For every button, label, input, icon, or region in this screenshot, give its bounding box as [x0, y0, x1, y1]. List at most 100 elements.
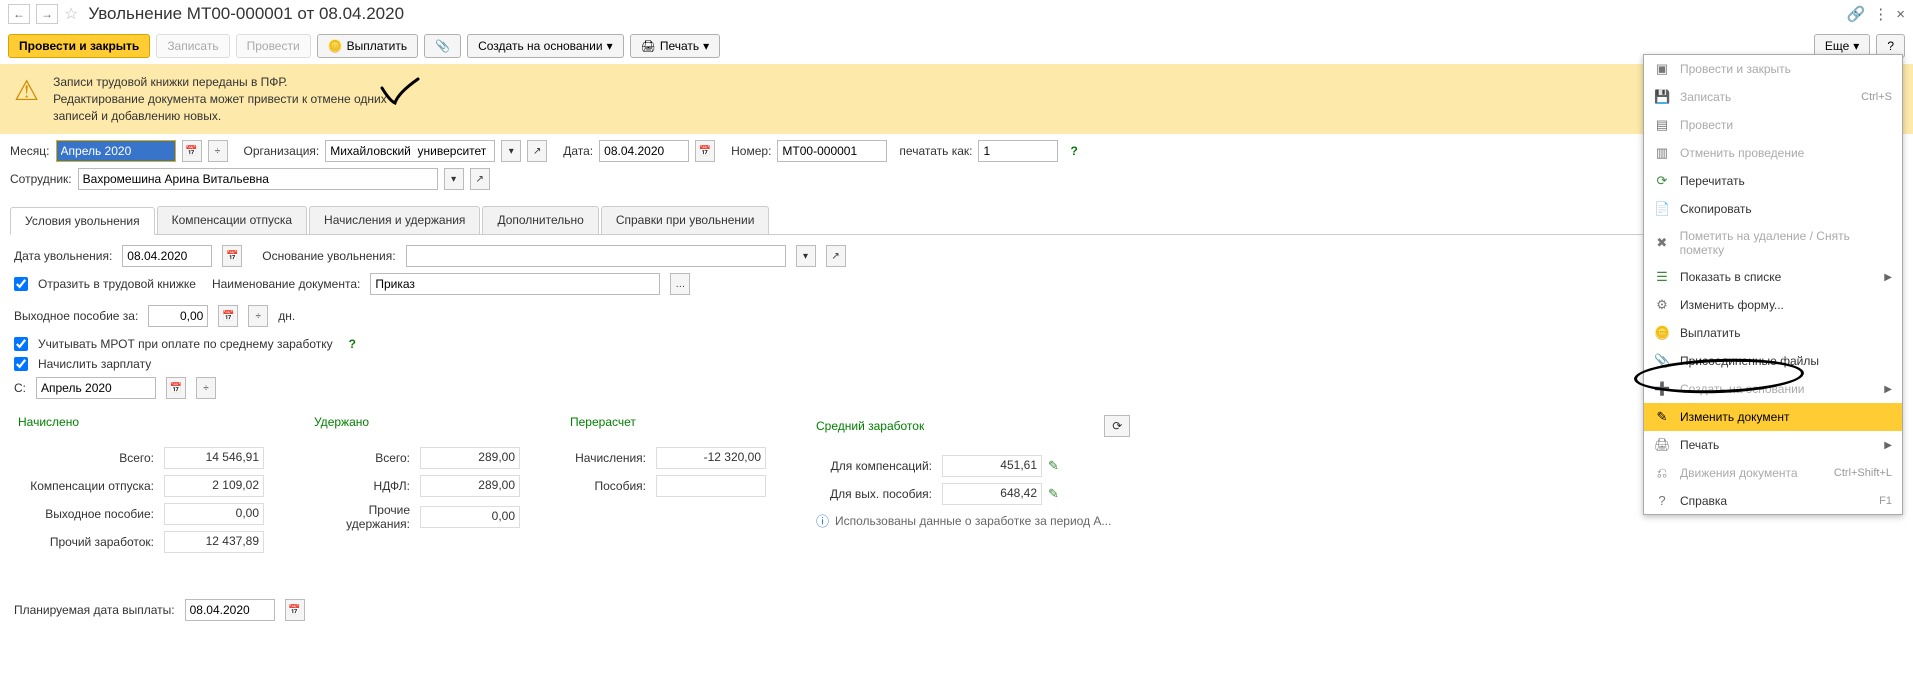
refresh-button[interactable]: ⟳ — [1104, 415, 1130, 437]
calendar-icon[interactable]: 📅 — [695, 140, 715, 162]
docname-input[interactable] — [370, 273, 660, 295]
star-icon[interactable]: ☆ — [64, 4, 78, 24]
help-link[interactable]: ? — [349, 337, 356, 351]
chevron-down-icon: ▾ — [1853, 39, 1859, 53]
menu-help[interactable]: ?СправкаF1 — [1644, 487, 1902, 514]
forcomp-val: 451,61 — [942, 455, 1042, 477]
mrot-checkbox[interactable] — [14, 337, 28, 351]
menu-cancel-post[interactable]: ▥Отменить проведение — [1644, 139, 1902, 167]
open-icon[interactable]: ↗ — [527, 140, 547, 162]
dismiss-date-input[interactable] — [122, 245, 212, 267]
menu-post[interactable]: ▤Провести — [1644, 111, 1902, 139]
ellipsis-icon[interactable]: … — [670, 273, 690, 295]
open-icon[interactable]: ↗ — [826, 245, 846, 267]
post-and-close-button[interactable]: Провести и закрыть — [8, 34, 150, 58]
save-button[interactable]: Записать — [156, 34, 229, 58]
attach-button[interactable]: 📎 — [424, 34, 461, 58]
more-dropdown-menu: ▣Провести и закрыть 💾ЗаписатьCtrl+S ▤Про… — [1643, 54, 1903, 515]
employee-label: Сотрудник: — [10, 172, 72, 186]
pencil-icon[interactable]: ✎ — [1048, 458, 1059, 474]
menu-reread[interactable]: ⟳Перечитать — [1644, 167, 1902, 195]
pencil-icon[interactable]: ✎ — [1048, 486, 1059, 502]
menu-attached[interactable]: 📎Присоединенные файлы — [1644, 347, 1902, 375]
calendar-icon[interactable]: 📅 — [182, 140, 202, 162]
tab-additional[interactable]: Дополнительно — [482, 206, 598, 234]
otherded-val: 0,00 — [420, 506, 520, 528]
deducted-column: Удержано Всего:289,00 НДФЛ:289,00 Прочие… — [314, 415, 520, 559]
calendar-icon[interactable]: 📅 — [218, 305, 238, 327]
number-label: Номер: — [731, 144, 771, 158]
menu-create-based[interactable]: ➕Создать на основании▶ — [1644, 375, 1902, 403]
menu-save[interactable]: 💾ЗаписатьCtrl+S — [1644, 83, 1902, 111]
warning-banner: ⚠ Записи трудовой книжки переданы в ПФР.… — [0, 64, 1913, 134]
menu-show-list[interactable]: ☰Показать в списке▶ — [1644, 263, 1902, 291]
post-button[interactable]: Провести — [236, 34, 311, 58]
paperclip-icon: 📎 — [435, 39, 450, 53]
dropdown-icon[interactable]: ▾ — [796, 245, 816, 267]
spinner-icon[interactable]: ÷ — [196, 377, 216, 399]
coin-icon: 🪙 — [1654, 325, 1670, 341]
reflect-label: Отразить в трудовой книжке — [38, 277, 196, 291]
avg-info: ⓘИспользованы данные о заработке за пери… — [816, 511, 1130, 530]
chevron-right-icon: ▶ — [1884, 440, 1892, 451]
spinner-icon[interactable]: ÷ — [208, 140, 228, 162]
org-input[interactable] — [325, 140, 495, 162]
severance-input[interactable] — [148, 305, 208, 327]
chevron-down-icon: ▾ — [607, 39, 613, 53]
calendar-icon[interactable]: 📅 — [222, 245, 242, 267]
menu-movements[interactable]: ⎌Движения документаCtrl+Shift+L — [1644, 459, 1902, 487]
pay-button[interactable]: 🪙Выплатить — [317, 34, 418, 58]
link-icon[interactable]: 🔗 — [1847, 5, 1866, 23]
calendar-icon[interactable]: 📅 — [166, 377, 186, 399]
menu-pay[interactable]: 🪙Выплатить — [1644, 319, 1902, 347]
recalc-column: Перерасчет Начисления:-12 320,00 Пособия… — [570, 415, 766, 559]
close-icon[interactable]: × — [1896, 6, 1905, 23]
open-icon[interactable]: ↗ — [470, 168, 490, 190]
warning-icon: ⚠ — [14, 74, 39, 107]
coin-icon: 🪙 — [328, 39, 343, 53]
menu-copy[interactable]: 📄Скопировать — [1644, 195, 1902, 223]
printas-input[interactable] — [978, 140, 1058, 162]
calendar-icon[interactable]: 📅 — [285, 599, 305, 621]
accrue-checkbox[interactable] — [14, 357, 28, 371]
print-button[interactable]: 🖨Печать ▾ — [630, 34, 721, 58]
tab-content: Дата увольнения: 📅 Основание увольнения:… — [0, 235, 1913, 637]
from-input[interactable] — [36, 377, 156, 399]
planned-date-input[interactable] — [185, 599, 275, 621]
recalc-head: Перерасчет — [570, 415, 766, 429]
menu-mark-delete[interactable]: ✖Пометить на удаление / Снять пометку — [1644, 223, 1902, 263]
kebab-icon[interactable]: ⋮ — [1873, 5, 1888, 23]
menu-post-close[interactable]: ▣Провести и закрыть — [1644, 55, 1902, 83]
nav-back-button[interactable]: ← — [8, 4, 30, 24]
date-label: Дата: — [563, 144, 593, 158]
tab-vacation-comp[interactable]: Компенсации отпуска — [157, 206, 307, 234]
org-label: Организация: — [244, 144, 320, 158]
help-link[interactable]: ? — [1070, 144, 1077, 158]
sev-val: 0,00 — [164, 503, 264, 525]
create-based-button[interactable]: Создать на основании ▾ — [467, 34, 624, 58]
month-input[interactable] — [56, 140, 176, 162]
number-input[interactable] — [777, 140, 887, 162]
tab-dismissal-conditions[interactable]: Условия увольнения — [10, 207, 155, 235]
date-input[interactable] — [599, 140, 689, 162]
tab-accruals[interactable]: Начисления и удержания — [309, 206, 480, 234]
dropdown-icon[interactable]: ▾ — [501, 140, 521, 162]
tab-certificates[interactable]: Справки при увольнении — [601, 206, 770, 234]
dropdown-icon[interactable]: ▾ — [444, 168, 464, 190]
accrued-column: Начислено Всего:14 546,91 Компенсации от… — [18, 415, 264, 559]
page-title: Увольнение МТ00-000001 от 08.04.2020 — [88, 4, 404, 24]
menu-edit-document[interactable]: ✎Изменить документ — [1644, 403, 1902, 431]
employee-input[interactable] — [78, 168, 438, 190]
post-close-icon: ▣ — [1654, 61, 1670, 77]
menu-print[interactable]: 🖨Печать▶ — [1644, 431, 1902, 459]
menu-change-form[interactable]: ⚙Изменить форму... — [1644, 291, 1902, 319]
spinner-icon[interactable]: ÷ — [248, 305, 268, 327]
summary-section: Начислено Всего:14 546,91 Компенсации от… — [18, 415, 1899, 559]
basis-input[interactable] — [406, 245, 786, 267]
help-icon: ? — [1654, 493, 1670, 508]
nav-forward-button[interactable]: → — [36, 4, 58, 24]
from-label: С: — [14, 381, 26, 395]
comp-val: 2 109,02 — [164, 475, 264, 497]
reflect-checkbox[interactable] — [14, 277, 28, 291]
copy-icon: 📄 — [1654, 201, 1670, 217]
